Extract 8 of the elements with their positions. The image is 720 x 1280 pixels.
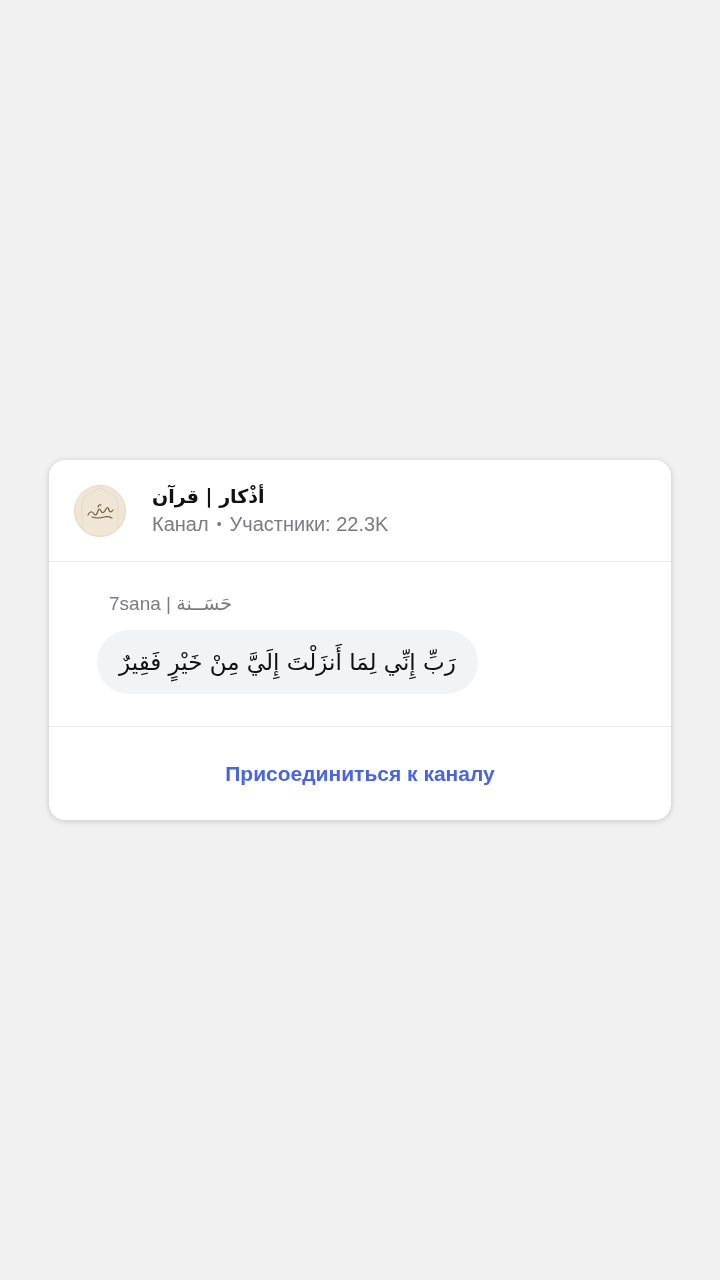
member-count: Участники: 22.3K [229, 511, 389, 537]
join-channel-button[interactable]: Присоединиться к каналу [217, 757, 503, 790]
calligraphy-avatar-icon [74, 484, 126, 537]
channel-title: أذْكار | قرآن [152, 483, 265, 509]
separator-dot: • [216, 514, 222, 534]
message-bubble: رَبِّ إِنِّي لِمَا أَنزَلْتَ إِلَيَّ مِنْ خَيْرٍ فَقِيرٌ [97, 630, 478, 694]
sender-name: 7sana | حَسَــنة [109, 592, 232, 616]
channel-type: Канал [152, 511, 209, 537]
